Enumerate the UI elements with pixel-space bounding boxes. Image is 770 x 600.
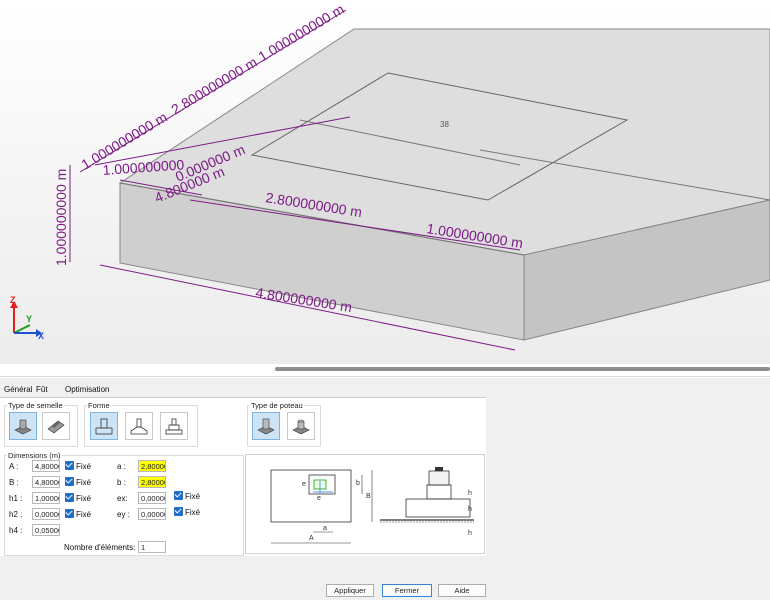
forme-legend: Forme <box>88 401 110 410</box>
apply-button[interactable]: Appliquer <box>326 584 374 597</box>
column-circular-icon <box>292 419 310 435</box>
input-h2[interactable]: 0,00000 <box>32 508 60 520</box>
dimensions-legend: Dimensions (m) <box>8 451 61 460</box>
horizontal-scrollbar[interactable] <box>275 367 770 371</box>
column-rectangular-button[interactable] <box>252 412 280 440</box>
nombre-elements-label: Nombre d'éléments: <box>64 543 136 552</box>
label-ex: ex: <box>117 494 128 503</box>
help-button[interactable]: Aide <box>438 584 486 597</box>
fixed-ey-label: Fixé <box>185 508 201 517</box>
close-button[interactable]: Fermer <box>382 584 432 597</box>
fixed-ex-checkbox[interactable] <box>174 491 183 500</box>
face-label: 38 <box>440 120 449 129</box>
shape-stepped-icon <box>165 418 183 435</box>
shape-stepped-button[interactable] <box>160 412 188 440</box>
diagram-h2-label: h <box>468 490 472 497</box>
isolated-footing-icon <box>14 419 32 435</box>
fixed-h2-checkbox[interactable] <box>65 509 74 518</box>
diagram-h4-label: h <box>468 530 472 537</box>
label-h2: h2 : <box>9 510 23 519</box>
fixed-h1-checkbox[interactable] <box>65 493 74 502</box>
isolated-footing-button[interactable] <box>9 412 37 440</box>
axis-z-label: Z <box>10 295 16 305</box>
diagram-h1-label: h <box>468 506 472 513</box>
axis-y-label: Y <box>26 314 32 324</box>
fixed-B-checkbox[interactable] <box>65 477 74 486</box>
tab-optimisation[interactable]: Optimisation <box>65 385 109 394</box>
fixed-ey-checkbox[interactable] <box>174 507 183 516</box>
label-a: a : <box>117 462 126 471</box>
shape-rectangular-button[interactable] <box>90 412 118 440</box>
fixed-h2-label: Fixé <box>76 510 92 519</box>
diagram-b-label: b <box>356 480 360 487</box>
input-h1[interactable]: 1,00000 <box>32 492 60 504</box>
divider <box>0 376 770 377</box>
foundation-model: 38 1.000000000 m 2.800000000 m 1.0000000… <box>10 1 770 351</box>
label-h4: h4 : <box>9 526 23 535</box>
label-h1: h1 : <box>9 494 23 503</box>
input-a[interactable]: 2,80000 <box>138 460 166 472</box>
3d-viewport[interactable]: 38 1.000000000 m 2.800000000 m 1.0000000… <box>0 0 770 366</box>
input-ey[interactable]: 0,00000 <box>138 508 166 520</box>
axis-x-label: X <box>38 331 44 341</box>
fixed-A-checkbox[interactable] <box>65 461 74 470</box>
diagram-a-label: a <box>323 525 327 532</box>
input-A[interactable]: 4,80000 <box>32 460 60 472</box>
diagram-B-label: B <box>366 493 371 500</box>
shape-tapered-button[interactable] <box>125 412 153 440</box>
input-ex[interactable]: 0,00000 <box>138 492 166 504</box>
strip-footing-icon <box>47 420 65 434</box>
nombre-elements-input[interactable]: 1 <box>138 541 166 553</box>
strip-footing-button[interactable] <box>42 412 70 440</box>
diagram-ey-label: e <box>302 481 306 488</box>
shape-tapered-icon <box>130 418 148 435</box>
tab-general[interactable]: Général <box>4 385 32 394</box>
schematic-diagram: e e A a B b h h h <box>245 454 485 554</box>
input-B[interactable]: 4,80000 <box>32 476 60 488</box>
tab-fut[interactable]: Fût <box>36 385 48 394</box>
fixed-ex-label: Fixé <box>185 492 201 501</box>
fixed-h1-label: Fixé <box>76 494 92 503</box>
diagram-A-label: A <box>309 535 314 542</box>
label-b: b : <box>117 478 126 487</box>
input-h4[interactable]: 0,05000 <box>32 524 60 536</box>
label-B: B : <box>9 478 19 487</box>
fixed-A-label: Fixé <box>76 462 92 471</box>
dim-left-height: 1.000000000 m <box>53 169 69 266</box>
label-A: A : <box>9 462 19 471</box>
type-poteau-legend: Type de poteau <box>251 401 303 410</box>
diagram-ex-label: e <box>317 495 321 502</box>
footing-schematic: e e A a B b h h h <box>270 467 474 544</box>
input-b[interactable]: 2,80000 <box>138 476 166 488</box>
column-rectangular-icon <box>257 418 275 435</box>
shape-rectangular-icon <box>95 418 113 435</box>
label-ey: ey : <box>117 510 130 519</box>
axis-gizmo: Z Y X <box>10 295 44 341</box>
type-semelle-legend: Type de semelle <box>8 401 63 410</box>
column-circular-button[interactable] <box>287 412 315 440</box>
fixed-B-label: Fixé <box>76 478 92 487</box>
